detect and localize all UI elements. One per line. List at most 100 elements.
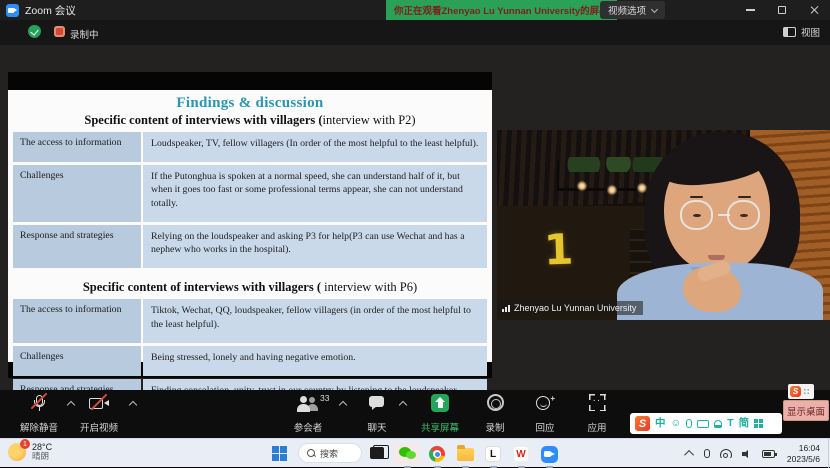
windows-taskbar: 1 28°C 晴朗 搜索 L W: [0, 438, 830, 467]
encryption-shield-icon[interactable]: [28, 25, 41, 38]
close-button[interactable]: [798, 0, 830, 20]
clock-date: 2023/5/6: [787, 454, 820, 465]
weather-widget[interactable]: 1 28°C 晴朗: [8, 442, 52, 462]
camera-muted-icon: [88, 394, 110, 414]
sogou-floating-icon[interactable]: S: [788, 384, 814, 399]
task-view-button[interactable]: [370, 447, 384, 459]
taskbar-chrome[interactable]: [424, 443, 450, 465]
reactions-icon: +: [535, 394, 555, 412]
taskbar-zoom[interactable]: [536, 443, 562, 465]
subtitle-bold: Specific content of interviews with vill…: [84, 113, 322, 127]
signal-bars-icon: [502, 305, 510, 312]
zoom-toolbar: 解除静音 开启视频 33 参会者 聊天 共享屏幕: [0, 390, 830, 438]
reactions-button[interactable]: + 回应: [528, 394, 562, 434]
weather-desc: 晴朗: [32, 452, 52, 462]
subtitle-normal: interview with P2): [323, 113, 416, 127]
wifi-icon[interactable]: [720, 449, 732, 458]
share-screen-icon: [431, 394, 449, 412]
slide-title: Findings & discussion: [13, 95, 487, 112]
video-options-button[interactable]: 视频选项: [600, 1, 665, 19]
minimize-button[interactable]: [734, 0, 766, 20]
volume-icon[interactable]: [742, 449, 752, 459]
tray-expand-icon[interactable]: [684, 450, 694, 460]
share-screen-button[interactable]: 共享屏幕: [415, 394, 465, 434]
show-desktop-button[interactable]: 显示桌面: [783, 400, 829, 421]
sogou-toolbox-icon[interactable]: [754, 419, 763, 428]
participant-name: Zhenyao Lu Yunnan University: [514, 303, 636, 313]
unmute-label: 解除静音: [20, 420, 58, 434]
person-eyebrow: [690, 196, 703, 199]
sogou-simplified-toggle[interactable]: 简: [739, 418, 750, 429]
chevron-down-icon: [651, 5, 658, 12]
search-label: 搜索: [320, 447, 338, 460]
video-bg-light: [607, 185, 617, 195]
screen-share-banner: 你正在观看Zhenyao Lu Yunnan University的屏幕: [386, 0, 617, 20]
participants-button[interactable]: 33 参会者: [288, 394, 328, 434]
sogou-lang-toggle[interactable]: 中: [655, 418, 666, 429]
unmute-chevron-icon[interactable]: [67, 401, 75, 409]
sogou-logo-icon: S: [635, 416, 650, 431]
chat-button[interactable]: 聊天: [362, 394, 392, 434]
participants-count: 33: [320, 393, 329, 403]
table-row-label: The access to information: [13, 299, 141, 342]
zoom-logo-icon: [6, 4, 19, 17]
table-row-content: Relying on the loudspeaker and asking P3…: [143, 225, 487, 268]
apps-button[interactable]: 应用: [580, 394, 614, 434]
maximize-icon: [778, 6, 786, 14]
taskbar-app-l[interactable]: L: [480, 443, 506, 465]
table-row-content: Loudspeaker, TV, fellow villagers (In or…: [143, 132, 487, 162]
slide-subtitle-p2: Specific content of interviews with vill…: [13, 113, 487, 128]
unmute-button[interactable]: 解除静音: [16, 394, 62, 434]
chrome-icon: [429, 446, 445, 462]
minimize-icon: [746, 9, 755, 11]
subtitle-normal: interview with P6): [321, 280, 417, 294]
sogou-account-icon[interactable]: [714, 420, 722, 428]
close-icon: [809, 5, 819, 15]
smiley-icon[interactable]: ☺: [671, 418, 682, 429]
taskbar-wechat[interactable]: [394, 443, 420, 465]
recording-indicator-icon[interactable]: [54, 26, 65, 37]
sogou-skin-icon[interactable]: T: [727, 418, 733, 429]
table-row-content: Being stressed, lonely and having negati…: [143, 346, 487, 376]
taskbar-clock[interactable]: 16:04 2023/5/6: [787, 443, 820, 464]
sun-icon: 1: [8, 443, 26, 461]
table-row-label: Challenges: [13, 346, 141, 376]
zoom-meeting-window: Zoom 会议 你正在观看Zhenyao Lu Yunnan Universit…: [0, 0, 830, 467]
person-glasses-bridge: [718, 214, 730, 216]
tray-mic-icon[interactable]: [704, 449, 710, 458]
interview-table-p2: The access to information Loudspeaker, T…: [13, 132, 487, 268]
start-video-button[interactable]: 开启视频: [76, 394, 122, 434]
start-video-label: 开启视频: [80, 420, 118, 434]
window-controls: [734, 0, 830, 20]
battery-icon[interactable]: [762, 450, 775, 458]
maximize-button[interactable]: [766, 0, 798, 20]
shared-screen: Findings & discussion Specific content o…: [8, 72, 492, 378]
participants-icon: 33: [296, 394, 320, 414]
taskbar-file-explorer[interactable]: [452, 443, 478, 465]
start-button[interactable]: [272, 446, 287, 461]
participants-chevron-icon[interactable]: [339, 401, 347, 409]
mic-muted-icon: [30, 394, 48, 414]
l-app-icon: L: [485, 446, 501, 462]
sogou-input-bar[interactable]: S 中 ☺ T 简: [630, 413, 782, 434]
taskbar-wps[interactable]: W: [508, 443, 534, 465]
taskbar-search[interactable]: 搜索: [298, 443, 362, 463]
sogou-mic-icon[interactable]: [686, 419, 692, 428]
view-layout-icon: [783, 27, 796, 37]
system-tray: 16:04 2023/5/6: [687, 439, 830, 468]
slide-top-bar: [8, 72, 492, 90]
sogou-keyboard-icon[interactable]: [697, 420, 709, 428]
meeting-info-bar: 录制中 视图: [0, 20, 830, 45]
table-row-content: If the Putonghua is spoken at a normal s…: [143, 165, 487, 222]
view-button[interactable]: 视图: [783, 25, 820, 39]
video-bg-plants: [564, 157, 664, 172]
chat-label: 聊天: [367, 420, 386, 434]
drag-dots-icon: [803, 388, 810, 395]
person-eye: [740, 214, 748, 218]
record-button[interactable]: 录制: [478, 394, 512, 434]
chat-icon: [368, 394, 386, 414]
participant-video[interactable]: 1 Zhenyao Lu Yunnan University: [497, 130, 830, 320]
video-chevron-icon[interactable]: [129, 401, 137, 409]
view-label: 视图: [801, 25, 820, 39]
chat-chevron-icon[interactable]: [399, 401, 407, 409]
